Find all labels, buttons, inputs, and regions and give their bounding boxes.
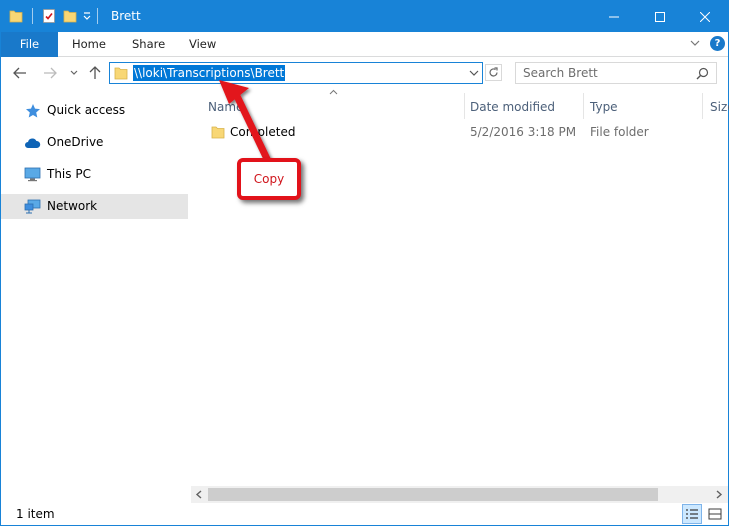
properties-icon[interactable]: [42, 8, 56, 24]
column-header-name[interactable]: Name: [208, 96, 243, 118]
sidebar-item-label: This PC: [47, 167, 91, 181]
tab-file[interactable]: File: [1, 32, 58, 57]
address-path[interactable]: \\loki\Transcriptions\Brett: [133, 65, 286, 81]
back-button[interactable]: [12, 65, 28, 81]
scroll-right-arrow-icon[interactable]: [715, 490, 723, 499]
scroll-left-arrow-icon[interactable]: [195, 490, 203, 499]
sidebar-item-onedrive[interactable]: OneDrive: [1, 130, 188, 155]
scrollbar-thumb[interactable]: [208, 488, 658, 501]
new-folder-icon[interactable]: [63, 8, 77, 24]
sidebar-item-this-pc[interactable]: This PC: [1, 162, 188, 187]
star-icon: [24, 102, 41, 119]
column-header-type[interactable]: Type: [590, 96, 618, 118]
file-date-modified: 5/2/2016 3:18 PM: [470, 125, 577, 139]
item-count: 1 item: [16, 507, 55, 521]
table-row[interactable]: Completed 5/2/2016 3:18 PM File folder: [208, 122, 728, 142]
file-name[interactable]: Completed: [230, 125, 295, 139]
quick-access-toolbar: [9, 8, 98, 24]
sidebar-item-label: OneDrive: [47, 135, 104, 149]
column-header-size[interactable]: Size: [710, 96, 729, 118]
tab-home[interactable]: Home: [72, 32, 106, 57]
explorer-window: Brett File Home Share View ? \\loki\Tran…: [0, 0, 729, 526]
horizontal-scrollbar[interactable]: [191, 486, 728, 503]
minimize-icon: [609, 16, 619, 17]
sidebar-item-network[interactable]: Network: [1, 194, 188, 219]
navigation-pane: Quick access OneDrive This PC Network: [1, 91, 189, 499]
sidebar-item-label: Quick access: [47, 103, 126, 117]
forward-button[interactable]: [42, 65, 58, 81]
column-header-date-modified[interactable]: Date modified: [470, 96, 555, 118]
expand-ribbon-chevron-icon[interactable]: [690, 38, 700, 48]
large-icons-view-button[interactable]: [705, 504, 725, 524]
computer-icon: [24, 166, 41, 183]
sidebar-item-quick-access[interactable]: Quick access: [1, 98, 188, 123]
back-arrow-icon: [13, 67, 26, 79]
address-bar[interactable]: \\loki\Transcriptions\Brett: [109, 62, 483, 84]
search-box[interactable]: Search Brett: [515, 62, 717, 84]
search-placeholder: Search Brett: [523, 66, 598, 80]
sidebar-item-label: Network: [47, 199, 98, 213]
forward-arrow-icon: [44, 67, 57, 79]
maximize-button[interactable]: [637, 1, 683, 32]
copy-callout: Copy: [237, 158, 301, 200]
close-button[interactable]: [682, 1, 728, 32]
refresh-icon: [489, 67, 498, 77]
file-type: File folder: [590, 125, 649, 139]
folder-icon: [114, 67, 128, 80]
recent-locations-button[interactable]: [66, 65, 82, 81]
help-icon[interactable]: ?: [710, 36, 725, 51]
maximize-icon: [655, 11, 665, 22]
refresh-button[interactable]: [485, 64, 502, 81]
window-title: Brett: [111, 9, 141, 23]
large-icons-view-icon: [708, 508, 722, 520]
up-button[interactable]: [87, 65, 103, 81]
address-dropdown-icon[interactable]: [469, 69, 479, 77]
tab-share[interactable]: Share: [132, 32, 165, 57]
navigation-bar: \\loki\Transcriptions\Brett Search Brett: [1, 57, 728, 91]
ribbon-tabs: File Home Share View ?: [1, 32, 728, 57]
tab-view[interactable]: View: [189, 32, 216, 57]
title-bar: Brett: [1, 1, 728, 32]
chevron-down-icon: [70, 70, 78, 75]
file-list: Name Date modified Type Size Completed 5…: [189, 89, 729, 499]
folder-icon: [211, 126, 225, 139]
folder-icon: [9, 10, 23, 23]
customize-dropdown-icon[interactable]: [83, 12, 91, 20]
close-icon: [700, 11, 710, 22]
details-view-button[interactable]: [682, 504, 702, 524]
details-view-icon: [686, 509, 698, 519]
cloud-icon: [24, 134, 41, 151]
search-icon[interactable]: [696, 67, 709, 80]
minimize-button[interactable]: [591, 1, 637, 32]
status-bar: 1 item: [1, 503, 728, 525]
network-icon: [24, 198, 41, 215]
up-arrow-icon: [89, 66, 101, 79]
sort-ascending-icon: [329, 89, 338, 95]
